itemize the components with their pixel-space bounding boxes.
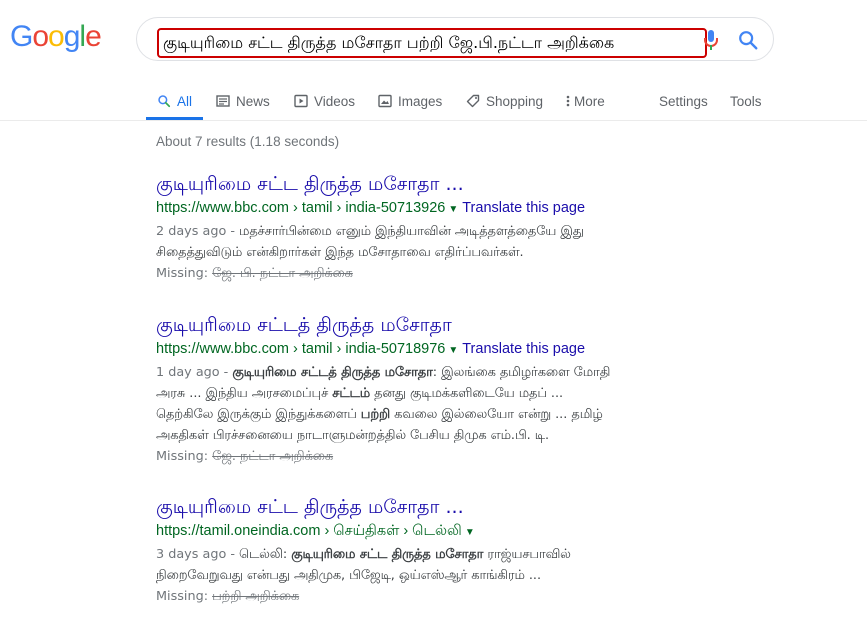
result-url-line: https://www.bbc.com › tamil › india-5071… (156, 197, 756, 221)
result-url[interactable]: https://www.bbc.com › tamil › india-5071… (156, 341, 445, 357)
tab-label: Tools (730, 93, 762, 109)
tab-images[interactable]: Images (378, 90, 442, 112)
play-icon (294, 94, 308, 108)
snippet-text: தனது குடிமக்களிடையே மதப் ... (370, 386, 564, 401)
snippet-text: மதச்சார்பின்மை எனும் இந்தியாவின் அடித்தள… (239, 224, 584, 239)
result-snippet: 2 days ago - மதச்சார்பின்மை எனும் இந்திய… (156, 221, 756, 263)
result-url-line: https://tamil.oneindia.com › செய்திகள் ›… (156, 520, 756, 544)
search-box[interactable]: குடியுரிமை சட்ட திருத்த மசோதா பற்றி ஜே.ப… (136, 17, 774, 61)
snippet-text: சிதைத்துவிடும் என்கிறார்கள் இந்த மசோதாவை… (156, 245, 524, 260)
active-tab-indicator (146, 117, 203, 120)
result-title-link[interactable]: குடியுரிமை சட்ட திருத்த மசோதா ... (156, 171, 756, 197)
snippet-text: நிறைவேறுவது என்பது அதிமுக, பிஜேடி, ஒய்எஸ… (156, 568, 542, 583)
more-vert-icon (566, 95, 570, 107)
result-date: 3 days ago - (156, 547, 240, 562)
translate-link[interactable]: Translate this page (462, 341, 585, 357)
snippet-text: கவலை இல்லையோ என்று ... தமிழ் (390, 407, 603, 422)
snippet-highlight: குடியுரிமை சட்டத் திருத்த மசோதா (232, 365, 433, 380)
result-snippet: 1 day ago - குடியுரிமை சட்டத் திருத்த மச… (156, 362, 756, 446)
tab-videos[interactable]: Videos (294, 90, 355, 112)
snippet-text: தெற்கிலே இருக்கும் இந்துக்களைப் (156, 407, 361, 422)
tab-label: Videos (314, 93, 356, 109)
search-icon[interactable] (737, 29, 759, 51)
snippet-text: ராஜ்யசபாவில் (483, 547, 571, 562)
tab-label: All (177, 93, 193, 109)
dropdown-arrow-icon[interactable]: ▼ (448, 345, 458, 356)
tag-icon (466, 94, 480, 108)
google-logo[interactable]: Google (10, 20, 102, 54)
image-icon (378, 94, 392, 108)
snippet-highlight: பற்றி (360, 407, 391, 422)
snippet-text: அகதிகள் பிரச்சனையை நாடாளுமன்றத்தில் பேசி… (156, 428, 550, 443)
missing-terms: Missing: ஜே. நட்டா அறிக்கை (156, 446, 756, 467)
missing-terms-text: பற்றி அறிக்கை (212, 589, 300, 604)
tab-label: Images (398, 93, 443, 109)
tab-news[interactable]: News (216, 90, 270, 112)
snippet-text: டெல்லி: (239, 547, 292, 562)
translate-link[interactable]: Translate this page (462, 200, 585, 216)
search-result: குடியுரிமை சட்டத் திருத்த மசோதா https://… (156, 312, 756, 467)
search-result: குடியுரிமை சட்ட திருத்த மசோதா ... https:… (156, 171, 756, 284)
microphone-icon[interactable] (703, 28, 719, 52)
result-date: 1 day ago - (156, 365, 233, 380)
tab-more[interactable]: More (565, 90, 605, 112)
tab-tools[interactable]: Tools (730, 90, 762, 112)
result-snippet: 3 days ago - டெல்லி: குடியுரிமை சட்ட திர… (156, 544, 756, 586)
missing-terms-text: ஜே. நட்டா அறிக்கை (212, 449, 334, 464)
missing-label: Missing: (156, 266, 209, 281)
missing-terms: Missing: பற்றி அறிக்கை (156, 586, 756, 607)
result-title-link[interactable]: குடியுரிமை சட்டத் திருத்த மசோதா (156, 312, 756, 338)
result-url[interactable]: https://tamil.oneindia.com › செய்திகள் ›… (156, 523, 462, 539)
result-url-line: https://www.bbc.com › tamil › india-5071… (156, 338, 756, 362)
tab-label: More (574, 93, 605, 109)
tab-label: Settings (659, 93, 708, 109)
missing-label: Missing: (156, 449, 209, 464)
missing-label: Missing: (156, 589, 209, 604)
missing-terms-text: ஜே. பி. நட்டா அறிக்கை (212, 266, 353, 281)
search-query-text: குடியுரிமை சட்ட திருத்த மசோதா பற்றி ஜே.ப… (163, 33, 615, 52)
result-url[interactable]: https://www.bbc.com › tamil › india-5071… (156, 200, 445, 216)
result-stats: About 7 results (1.18 seconds) (156, 134, 340, 149)
snippet-highlight: சட்டம் (332, 386, 370, 401)
snippet-highlight: குடியுரிமை சட்ட திருத்த மசோதா (291, 547, 484, 562)
result-title-link[interactable]: குடியுரிமை சட்ட திருத்த மசோதா ... (156, 494, 756, 520)
tab-settings[interactable]: Settings (659, 90, 708, 112)
search-result: குடியுரிமை சட்ட திருத்த மசோதா ... https:… (156, 494, 756, 607)
search-input[interactable]: குடியுரிமை சட்ட திருத்த மசோதா பற்றி ஜே.ப… (157, 28, 707, 58)
result-date: 2 days ago - (156, 224, 240, 239)
tab-label: Shopping (486, 93, 544, 109)
search-tabs: All News Videos Images Shopping More Set… (0, 84, 867, 121)
search-icon (158, 95, 171, 108)
snippet-text: : இலங்கை தமிழர்களை மோதி (432, 365, 611, 380)
newspaper-icon (216, 95, 230, 107)
tab-label: News (236, 93, 270, 109)
dropdown-arrow-icon[interactable]: ▼ (448, 204, 458, 215)
tab-all[interactable]: All (157, 90, 192, 112)
snippet-text: அரசு ... இந்திய அரசமைப்புச் (156, 386, 333, 401)
missing-terms: Missing: ஜே. பி. நட்டா அறிக்கை (156, 263, 756, 284)
dropdown-arrow-icon[interactable]: ▼ (465, 527, 475, 538)
tab-shopping[interactable]: Shopping (466, 90, 543, 112)
